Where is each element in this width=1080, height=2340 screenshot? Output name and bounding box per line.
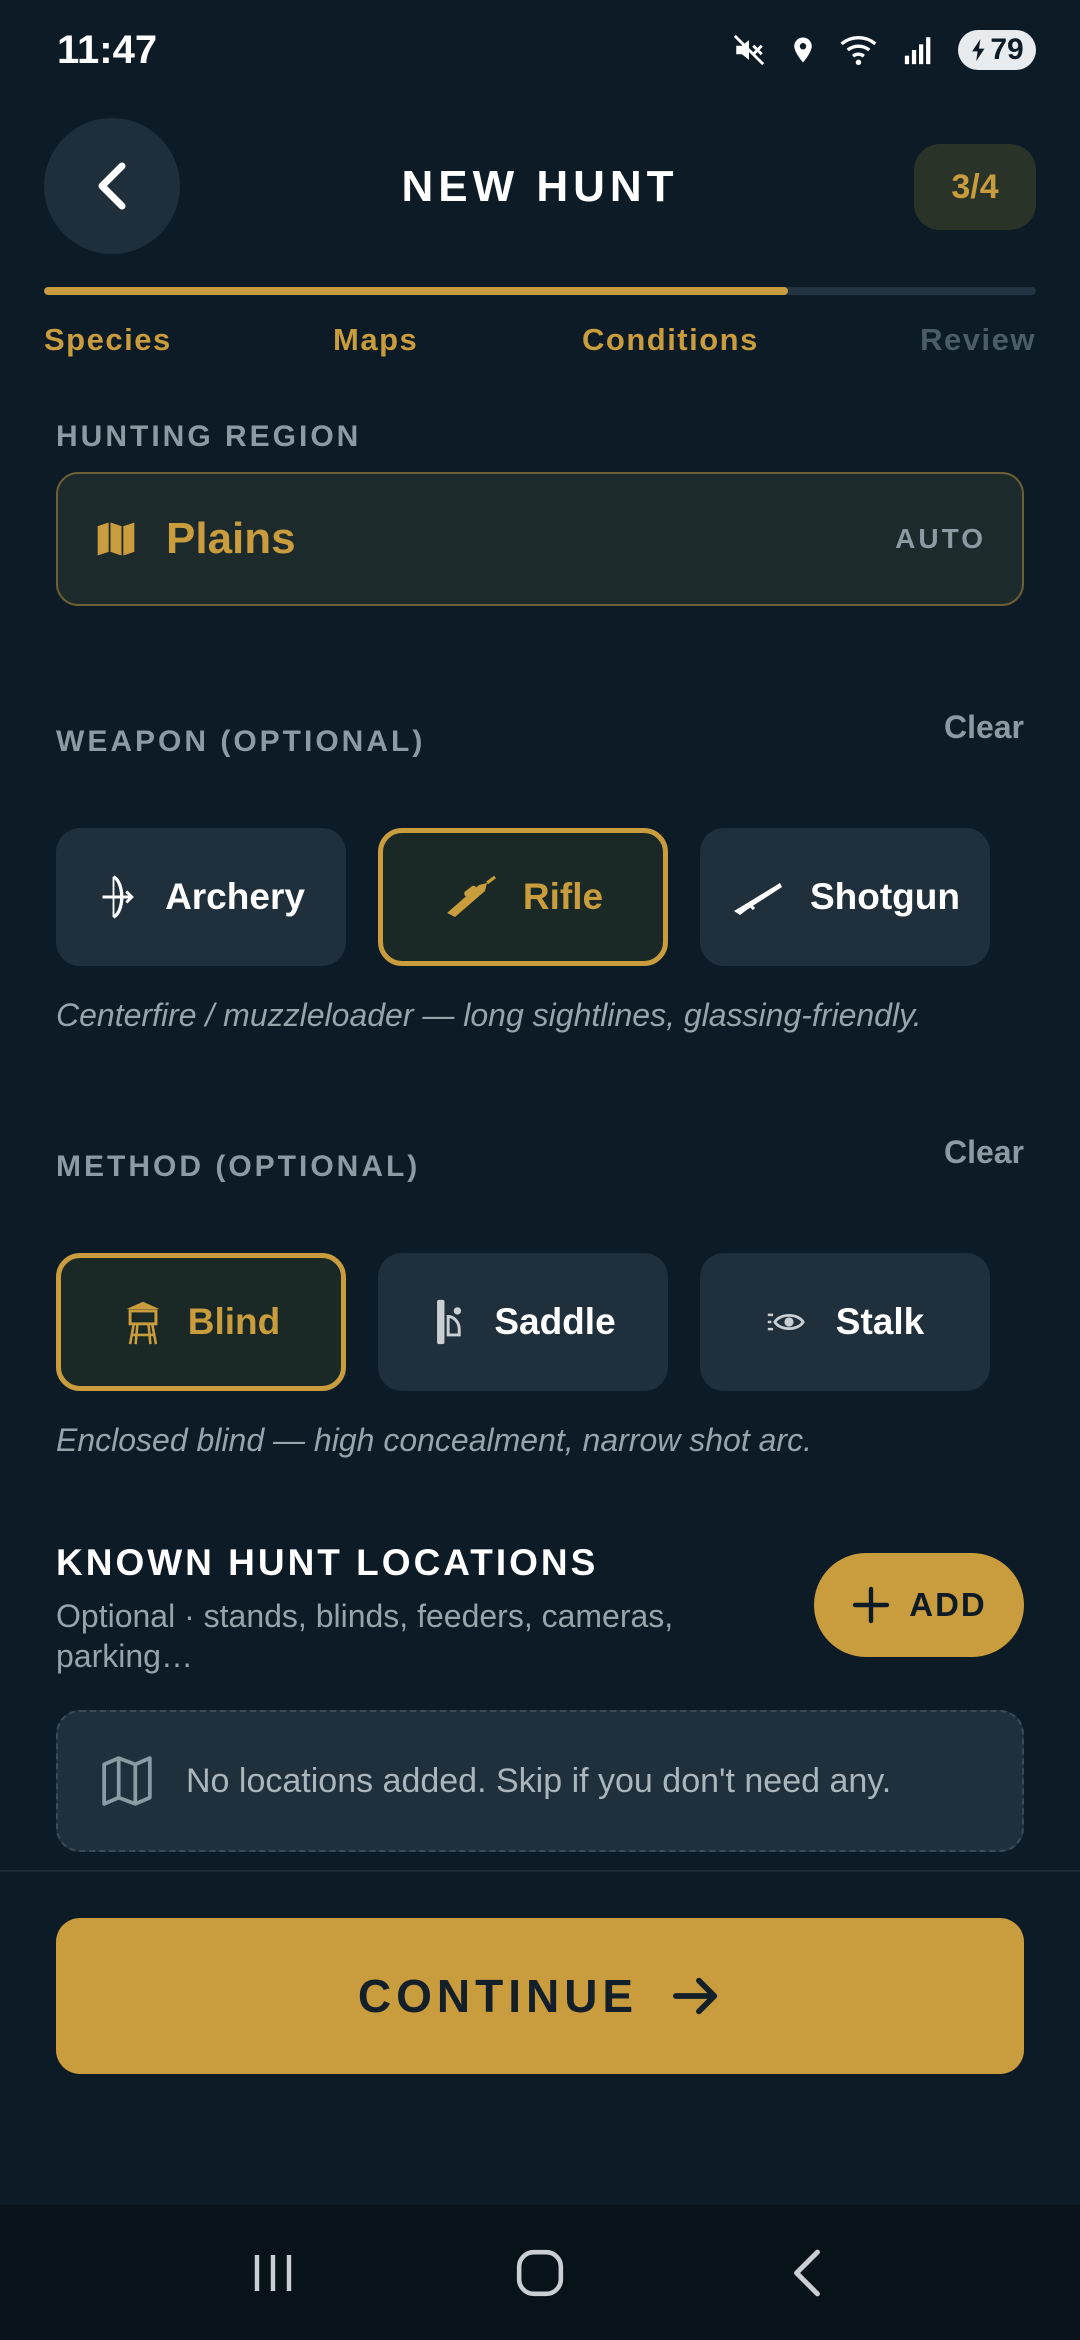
home-button[interactable] (480, 2228, 600, 2318)
weapon-option-label: Shotgun (809, 876, 960, 917)
weapon-option-rifle[interactable]: Rifle (378, 828, 668, 966)
weapon-option-label: Archery (165, 876, 305, 917)
step-species[interactable]: Species (44, 322, 172, 358)
signal-icon (904, 37, 931, 65)
region-card[interactable]: Plains AUTO (56, 472, 1024, 606)
weapon-options: Archery Rifle Shotgun (56, 828, 1024, 966)
system-nav-bar (0, 2205, 1080, 2340)
battery-level: 79 (990, 33, 1024, 66)
add-location-button[interactable]: ADD (814, 1553, 1024, 1657)
continue-button[interactable]: CONTINUE (56, 1918, 1024, 2074)
rifle-icon (446, 875, 496, 917)
location-icon (794, 37, 812, 63)
region-auto-badge: AUTO (895, 523, 986, 554)
locations-empty-state: No locations added. Skip if you don't ne… (56, 1710, 1024, 1852)
known-locations-title: KNOWN HUNT LOCATIONS (56, 1542, 599, 1583)
known-locations-subtitle: Optional · stands, blinds, feeders, came… (56, 1598, 674, 1674)
region-name: Plains (166, 514, 296, 563)
weapon-option-archery[interactable]: Archery (56, 828, 346, 966)
battery-icon: 79 (958, 30, 1036, 70)
step-badge: 3/4 (914, 144, 1036, 230)
method-options: Blind Saddle Stalk (56, 1253, 1024, 1391)
region-section-label: HUNTING REGION (56, 420, 362, 453)
add-location-label: ADD (909, 1586, 987, 1623)
method-option-saddle[interactable]: Saddle (378, 1253, 668, 1391)
weapon-option-label: Rifle (522, 876, 604, 917)
home-icon (516, 2249, 564, 2296)
empty-state-text: No locations added. Skip if you don't ne… (186, 1761, 892, 1800)
progress-track (44, 287, 1036, 295)
bow-icon (102, 875, 134, 919)
weapon-helper-text: Centerfire / muzzleloader — long sightli… (56, 997, 922, 1033)
weapon-clear-button[interactable]: Clear (944, 709, 1024, 746)
status-time: 11:47 (57, 27, 158, 72)
method-option-label: Saddle (494, 1301, 616, 1342)
saddle-icon (437, 1299, 462, 1345)
arrow-right-icon (673, 1977, 718, 2015)
folded-map-icon (102, 1756, 152, 1806)
step-maps[interactable]: Maps (333, 322, 418, 358)
recent-apps-icon (255, 2254, 292, 2291)
header: NEW HUNT 3/4 (0, 118, 1080, 254)
bolt-icon (972, 39, 985, 61)
map-icon (97, 522, 135, 556)
step-review[interactable]: Review (920, 322, 1036, 358)
method-option-label: Blind (187, 1301, 281, 1342)
plus-icon (853, 1586, 890, 1624)
method-section-label: METHOD (OPTIONAL) (56, 1150, 421, 1183)
status-icons: 79 (732, 30, 1036, 70)
step-conditions[interactable]: Conditions (582, 322, 759, 358)
weapon-section-label: WEAPON (OPTIONAL) (56, 725, 426, 758)
status-bar: 11:47 79 (0, 0, 1080, 100)
method-helper-text: Enclosed blind — high concealment, narro… (56, 1422, 812, 1458)
system-back-button[interactable] (747, 2228, 867, 2318)
shotgun-icon (733, 883, 782, 915)
step-tabs: Species Maps Conditions Review (44, 322, 1036, 362)
method-option-blind[interactable]: Blind (56, 1253, 346, 1391)
method-clear-button[interactable]: Clear (944, 1134, 1024, 1171)
footer-divider (0, 1870, 1080, 1872)
weapon-option-shotgun[interactable]: Shotgun (700, 828, 990, 966)
method-option-stalk[interactable]: Stalk (700, 1253, 990, 1391)
blind-tower-icon (126, 1301, 160, 1345)
wifi-icon (840, 36, 877, 66)
recent-apps-button[interactable] (213, 2228, 333, 2318)
method-option-label: Stalk (835, 1301, 925, 1342)
back-chevron-icon (793, 2249, 820, 2296)
mute-icon (733, 34, 765, 66)
progress-fill (44, 287, 788, 295)
continue-label: CONTINUE (357, 1970, 639, 2022)
stalk-eye-icon (767, 1313, 805, 1331)
